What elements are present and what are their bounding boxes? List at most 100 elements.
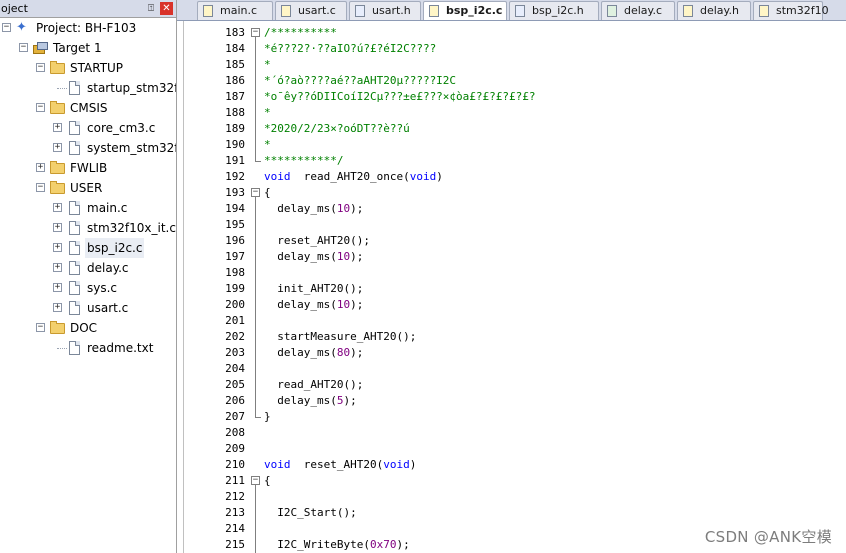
tab-bsp-i2c-h[interactable]: bsp_i2c.h — [509, 1, 599, 20]
code-line[interactable]: 188 * — [177, 105, 846, 121]
line-number: 208 — [225, 426, 245, 439]
expand-icon[interactable]: + — [53, 263, 62, 272]
pin-icon[interactable]: ⍐ — [144, 0, 158, 17]
tree-item-bsp-i2c-c[interactable]: + bsp_i2c.c — [0, 238, 176, 258]
expand-icon[interactable]: + — [53, 223, 62, 232]
code-line[interactable]: 189 *2020/2/23×?oóDT??è??ú — [177, 121, 846, 137]
tree-item-label: STARTUP — [70, 61, 124, 75]
code-line[interactable]: 209 — [177, 441, 846, 457]
expand-icon[interactable]: + — [53, 143, 62, 152]
fold-guide — [255, 329, 256, 345]
code-line[interactable]: 183−/********** — [177, 25, 846, 41]
code-line[interactable]: 203 delay_ms(80); — [177, 345, 846, 361]
expand-icon[interactable]: + — [53, 123, 62, 132]
tree-item-usart-c[interactable]: + usart.c — [0, 298, 176, 318]
expand-icon[interactable]: + — [53, 243, 62, 252]
code-line[interactable]: 195 — [177, 217, 846, 233]
tree-item-core-cm3-c[interactable]: + core_cm3.c — [0, 118, 176, 138]
code-line[interactable]: 198 — [177, 265, 846, 281]
code-line[interactable]: 213 I2C_Start(); — [177, 505, 846, 521]
file-icon — [759, 5, 769, 17]
code-text: { — [264, 473, 271, 489]
tree-item-doc[interactable]: − DOC — [0, 318, 176, 338]
tree-item-system-stm32f1[interactable]: + system_stm32f1 — [0, 138, 176, 158]
fold-toggle-icon[interactable]: − — [251, 188, 260, 197]
expand-icon[interactable]: + — [36, 163, 45, 172]
fold-guide — [255, 137, 256, 153]
code-line[interactable]: 186 *´ó?aò????aé??aAHT20µ?????I2C — [177, 73, 846, 89]
tree-item-fwlib[interactable]: + FWLIB — [0, 158, 176, 178]
tree-item-startup-stm32f1[interactable]: startup_stm32f1 — [0, 78, 176, 98]
code-editor[interactable]: 183−/********** 184 *é???2?·??aIO?ú?£?éI2C… — [177, 21, 846, 553]
code-text: delay_ms(10); — [264, 201, 363, 217]
file-icon — [355, 5, 365, 17]
code-line[interactable]: 196 reset_AHT20(); — [177, 233, 846, 249]
expand-icon[interactable]: + — [53, 303, 62, 312]
tab-main-c[interactable]: main.c — [197, 1, 273, 20]
line-number: 206 — [225, 394, 245, 407]
tree-item-target-1[interactable]: − Target 1 — [0, 38, 176, 58]
expand-icon[interactable]: + — [53, 283, 62, 292]
code-line[interactable]: 207} — [177, 409, 846, 425]
code-line[interactable]: 201 — [177, 313, 846, 329]
code-line[interactable]: 212 — [177, 489, 846, 505]
collapse-icon[interactable]: − — [19, 43, 28, 52]
collapse-icon[interactable]: − — [2, 23, 11, 32]
tree-item-readme-txt[interactable]: readme.txt — [0, 338, 176, 358]
collapse-icon[interactable]: − — [36, 183, 45, 192]
folder-icon — [50, 61, 65, 74]
code-line[interactable]: 210 void reset_AHT20(void) — [177, 457, 846, 473]
code-line[interactable]: 185 * — [177, 57, 846, 73]
line-number: 183 — [225, 26, 245, 39]
code-line[interactable]: 187 *o¯êy??óDIICoíI2Cµ???±e£???×¢òa£?£?£?… — [177, 89, 846, 105]
tree-item-sys-c[interactable]: + sys.c — [0, 278, 176, 298]
code-line[interactable]: 200 delay_ms(10); — [177, 297, 846, 313]
comment-token: * — [264, 106, 271, 119]
collapse-icon[interactable]: − — [36, 323, 45, 332]
tree-item-cmsis[interactable]: − CMSIS — [0, 98, 176, 118]
tab-delay-c[interactable]: delay.c — [601, 1, 675, 20]
tab-bsp-i2c-c[interactable]: bsp_i2c.c — [423, 1, 507, 20]
code-line[interactable]: 197 delay_ms(10); — [177, 249, 846, 265]
fold-toggle-icon[interactable]: − — [251, 476, 260, 485]
collapse-icon[interactable]: − — [36, 103, 45, 112]
code-line[interactable]: 194 delay_ms(10); — [177, 201, 846, 217]
code-token: read_AHT20(); — [277, 378, 364, 391]
code-line[interactable]: 204 — [177, 361, 846, 377]
code-line[interactable]: 193−{ — [177, 185, 846, 201]
line-number: 210 — [225, 458, 245, 471]
code-line[interactable]: 192 void read_AHT20_once(void) — [177, 169, 846, 185]
tree-item-startup[interactable]: − STARTUP — [0, 58, 176, 78]
code-line[interactable]: 202 startMeasure_AHT20(); — [177, 329, 846, 345]
code-line[interactable]: 211−{ — [177, 473, 846, 489]
tree-item-stm32f10x-it-c[interactable]: + stm32f10x_it.c — [0, 218, 176, 238]
code-line[interactable]: 190 * — [177, 137, 846, 153]
code-line[interactable]: 184 *é???2?·??aIO?ú?£?éI2C???? — [177, 41, 846, 57]
tab-usart-h[interactable]: usart.h — [349, 1, 421, 20]
code-line[interactable]: 199 init_AHT20(); — [177, 281, 846, 297]
file-icon — [69, 341, 80, 355]
expand-icon[interactable]: + — [53, 203, 62, 212]
tree-item-delay-c[interactable]: + delay.c — [0, 258, 176, 278]
tab-delay-h[interactable]: delay.h — [677, 1, 751, 20]
project-icon: ✦ — [16, 20, 27, 35]
collapse-icon[interactable]: − — [36, 63, 45, 72]
code-line[interactable]: 208 — [177, 425, 846, 441]
tab-stm32f10[interactable]: stm32f10 — [753, 1, 829, 20]
tree-item-main-c[interactable]: + main.c — [0, 198, 176, 218]
fold-guide — [255, 265, 256, 281]
code-line[interactable]: 205 read_AHT20(); — [177, 377, 846, 393]
code-line[interactable]: 191 ***********/ — [177, 153, 846, 169]
code-line[interactable]: 206 delay_ms(5); — [177, 393, 846, 409]
close-icon[interactable]: ✕ — [160, 2, 173, 15]
line-number: 211 — [225, 474, 245, 487]
line-number: 195 — [225, 218, 245, 231]
tab-usart-c[interactable]: usart.c — [275, 1, 347, 20]
tree-item-user[interactable]: − USER — [0, 178, 176, 198]
file-icon — [607, 5, 617, 17]
fold-toggle-icon[interactable]: − — [251, 28, 260, 37]
tree-item-label: system_stm32f1 — [87, 141, 177, 155]
tree-item-project-bh-f103[interactable]: − ✦ Project: BH-F103 — [0, 18, 176, 38]
line-number: 201 — [225, 314, 245, 327]
code-text: ***********/ — [264, 153, 343, 169]
